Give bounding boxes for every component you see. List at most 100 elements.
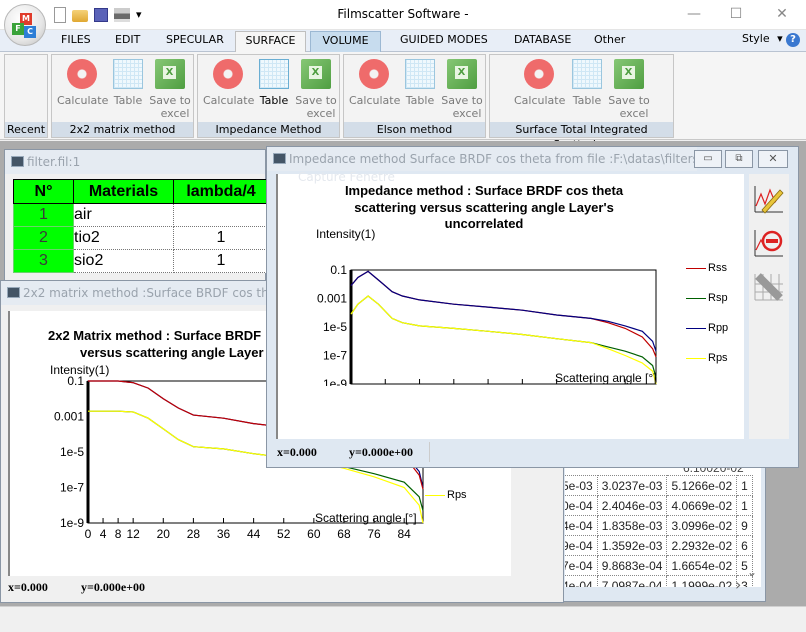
tis-calculate-button[interactable]: Calculate	[514, 59, 566, 107]
logo-cube-c: C	[24, 26, 36, 38]
legend-label: Rps	[708, 352, 728, 364]
window-close-button[interactable]: ✕	[758, 150, 788, 168]
col-header-lambda[interactable]: lambda/4	[173, 179, 269, 204]
cell-number[interactable]: 2	[13, 226, 74, 250]
table-cell[interactable]: 1.8358e-03	[596, 515, 668, 536]
cell-material[interactable]: tio2	[73, 226, 174, 250]
y-tick-label: 1e-5	[60, 445, 84, 459]
table-row: 0e-04 2.4046e-03 4.0669e-02 1	[565, 495, 753, 516]
tis-save-excel-button[interactable]: Save toexcel	[607, 59, 651, 120]
tab-specular[interactable]: SPECULAR	[166, 33, 224, 46]
button-label-2: excel	[619, 107, 649, 120]
app-menu-button[interactable]: M F C	[4, 4, 46, 46]
y-coordinate: y=0.000e+00	[349, 445, 414, 459]
col-header-number[interactable]: N°	[13, 179, 74, 204]
chart-title-line2: scattering versus scattering angle Layer…	[354, 200, 614, 215]
table-cell[interactable]: 1.3592e-03	[596, 535, 668, 556]
cell-lambda[interactable]: 1	[173, 226, 269, 250]
table-row: 4e-04 1.8358e-03 3.0996e-02 9	[565, 515, 753, 536]
maximize-button[interactable]: ☐	[724, 4, 748, 24]
scroll-down-icon[interactable]: ⌄	[747, 565, 757, 579]
x-coordinate: x=0.000	[277, 445, 317, 459]
window-restore-button[interactable]: ⧉	[725, 150, 753, 168]
y-tick-label: 1e-9	[323, 377, 347, 386]
table-cell[interactable]: 2.2932e-02	[666, 535, 738, 556]
y-tick-label: 1e-7	[323, 349, 347, 363]
button-label: Calculate	[514, 94, 566, 107]
cell-lambda[interactable]	[173, 203, 269, 227]
table-row: 2 tio2 1	[13, 226, 269, 250]
cell-material[interactable]: sio2	[73, 249, 174, 273]
close-button[interactable]: ✕	[770, 4, 794, 24]
edit-chart-icon[interactable]	[752, 182, 786, 216]
table-cell[interactable]: 5e-03	[565, 475, 598, 496]
table-cell[interactable]: 7e-04	[565, 555, 598, 576]
ribbon-tabs: FILES EDIT SPECULAR SURFACE VOLUME GUIDE…	[0, 30, 806, 53]
elson-save-excel-button[interactable]: Save toexcel	[440, 59, 484, 120]
tab-database[interactable]: DATABASE	[514, 33, 571, 46]
window-minimize-button[interactable]: ▭	[694, 150, 722, 168]
chart-tools	[749, 174, 789, 439]
filter-window-title[interactable]: filter.fil:1	[5, 150, 265, 174]
x-axis-label: Scattering angle [°]	[315, 511, 417, 525]
tab-surface[interactable]: SURFACE	[235, 31, 306, 53]
elson-table-button[interactable]: Table	[402, 59, 438, 107]
tab-edit[interactable]: EDIT	[115, 33, 140, 46]
zoom-chart-icon[interactable]	[752, 226, 786, 260]
impedance-table-button[interactable]: Table	[256, 59, 292, 107]
table-cell[interactable]: 7.0987e-04	[596, 575, 668, 587]
table-cell[interactable]: 5.1266e-02	[666, 475, 738, 496]
table-cell[interactable]: 4e-04	[565, 575, 598, 587]
legend-label: Rps	[447, 489, 467, 501]
table-cell[interactable]: 1	[736, 495, 753, 516]
matrix-save-excel-button[interactable]: Save toexcel	[148, 59, 192, 120]
table-cell[interactable]: 3.0996e-02	[666, 515, 738, 536]
impedance-window-title[interactable]: Impedance method Surface BRDF cos theta …	[267, 147, 697, 171]
impedance-save-excel-button[interactable]: Save toexcel	[294, 59, 338, 120]
table-cell[interactable]: 1.1999e-02	[666, 575, 738, 587]
table-cell[interactable]: 9e-04	[565, 535, 598, 556]
tab-volume[interactable]: VOLUME	[310, 31, 381, 52]
group-label: Recent	[5, 122, 47, 137]
scroll-right-icon[interactable]: ›	[735, 575, 741, 594]
table-cell[interactable]: 2.4046e-03	[596, 495, 668, 516]
table-cell[interactable]: 1.6654e-02	[666, 555, 738, 576]
tis-table-button[interactable]: Table	[569, 59, 605, 107]
table-cell[interactable]: 3.0237e-03	[596, 475, 668, 496]
cell-material[interactable]: air	[73, 203, 174, 227]
table-row: 7e-04 9.8683e-04 1.6654e-02 5	[565, 555, 753, 576]
chart-title-line1: Impedance method : Surface BRDF cos thet…	[344, 183, 624, 198]
table-cell[interactable]: 9	[736, 515, 753, 536]
table-icon	[572, 59, 602, 89]
table-cell[interactable]: 9.8683e-04	[596, 555, 668, 576]
ribbon-panel: Recent Calculate Table Save toexcel 2x2 …	[0, 52, 806, 151]
table-cell[interactable]: 1	[736, 475, 753, 496]
cell-lambda[interactable]: 1	[173, 249, 269, 273]
group-recent: Recent	[4, 54, 48, 138]
group-label: Surface Total Integrated Scattering	[490, 122, 673, 151]
minimize-button[interactable]: —	[682, 4, 706, 24]
table-cell[interactable]: 0e-04	[565, 495, 598, 516]
tab-other[interactable]: Other	[594, 33, 625, 46]
col-header-materials[interactable]: Materials	[73, 179, 174, 204]
table-cell[interactable]: 4.0669e-02	[666, 495, 738, 516]
tab-guided-modes[interactable]: GUIDED MODES	[400, 33, 488, 46]
tab-files[interactable]: FILES	[61, 33, 91, 46]
elson-calculate-button[interactable]: Calculate	[349, 59, 400, 107]
cell-number[interactable]: 3	[13, 249, 74, 273]
table-cell[interactable]: 4e-04	[565, 515, 598, 536]
cell-number[interactable]: 1	[13, 203, 74, 227]
help-icon[interactable]: ?	[786, 33, 800, 47]
y-tick-label: 0.1	[330, 263, 347, 277]
legend-rss: Rss	[686, 262, 727, 274]
group-elson: Calculate Table Save toexcel Elson metho…	[343, 54, 486, 138]
style-dropdown[interactable]: Style ▾	[742, 32, 783, 45]
logo-cube-f: F	[12, 23, 24, 35]
legend-rps: Rps	[425, 489, 467, 501]
table-cell[interactable]: 6	[736, 535, 753, 556]
impedance-chart[interactable]: 0.10.0011e-51e-71e-90.010.020.030.040.05…	[278, 236, 678, 386]
matrix-table-button[interactable]: Table	[110, 59, 146, 107]
impedance-calculate-button[interactable]: Calculate	[203, 59, 254, 107]
matrix-calculate-button[interactable]: Calculate	[57, 59, 108, 107]
button-label-2: excel	[452, 107, 482, 120]
